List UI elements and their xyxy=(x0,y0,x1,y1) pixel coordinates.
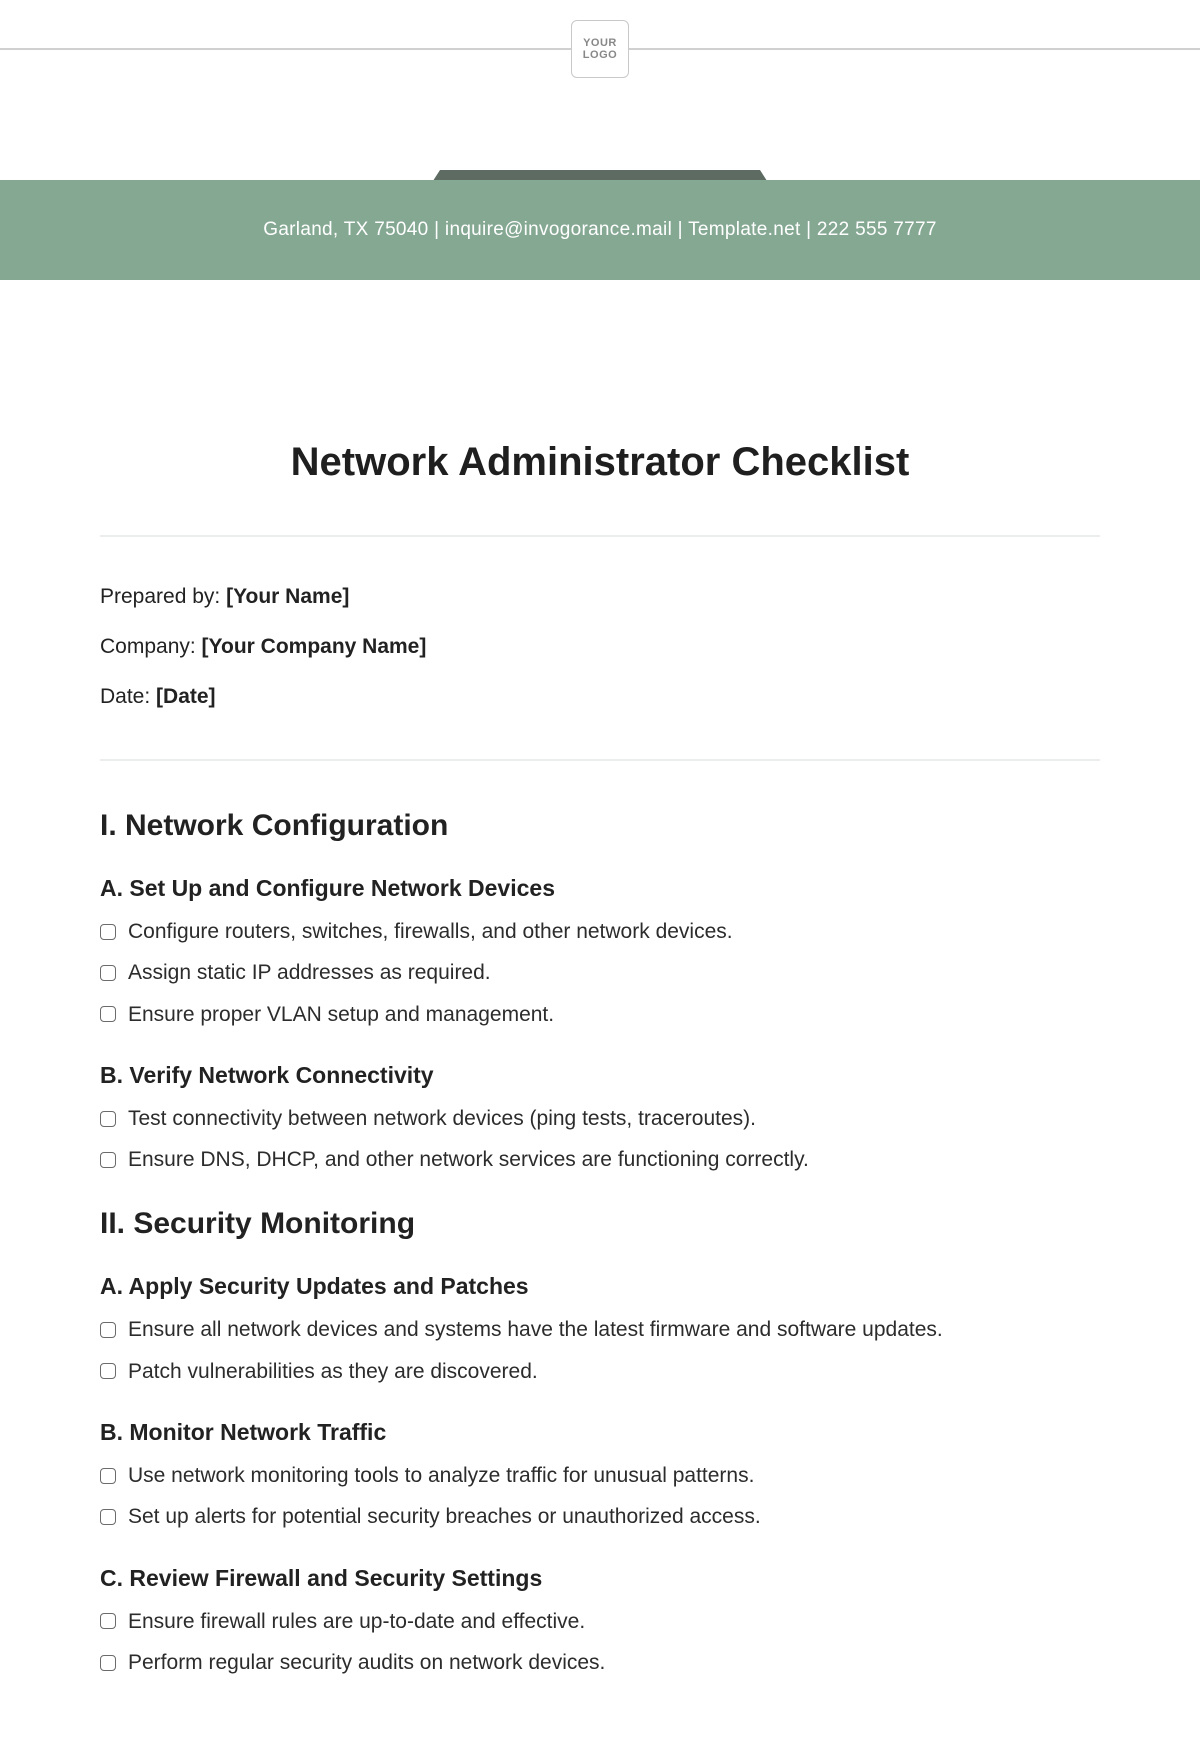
meta-label: Prepared by: xyxy=(100,585,226,608)
group-subheading: B. Verify Network Connectivity xyxy=(100,1062,1100,1089)
meta-block: Prepared by: [Your Name] Company: [Your … xyxy=(100,585,1100,709)
checklist-item: Ensure all network devices and systems h… xyxy=(100,1316,1100,1343)
checklist-group: A. Set Up and Configure Network Devices C… xyxy=(100,875,1100,1028)
checklist-item-text: Ensure all network devices and systems h… xyxy=(128,1316,943,1343)
checklist-item: Test connectivity between network device… xyxy=(100,1105,1100,1132)
checkbox-icon[interactable] xyxy=(100,1613,116,1629)
checklist-item-text: Configure routers, switches, firewalls, … xyxy=(128,918,733,945)
checkbox-icon[interactable] xyxy=(100,965,116,981)
checklist-item-text: Ensure proper VLAN setup and management. xyxy=(128,1001,554,1028)
checklist-item-text: Patch vulnerabilities as they are discov… xyxy=(128,1358,538,1385)
checklist-item-text: Test connectivity between network device… xyxy=(128,1105,756,1132)
meta-value: [Date] xyxy=(156,685,216,708)
group-subheading: A. Set Up and Configure Network Devices xyxy=(100,875,1100,902)
group-subheading: B. Monitor Network Traffic xyxy=(100,1419,1100,1446)
checklist-item: Ensure proper VLAN setup and management. xyxy=(100,1001,1100,1028)
divider xyxy=(100,759,1100,761)
checklist-item: Patch vulnerabilities as they are discov… xyxy=(100,1358,1100,1385)
checklist-item-text: Use network monitoring tools to analyze … xyxy=(128,1462,754,1489)
checkbox-icon[interactable] xyxy=(100,1363,116,1379)
group-subheading: C. Review Firewall and Security Settings xyxy=(100,1565,1100,1592)
section-heading: II. Security Monitoring xyxy=(100,1207,1100,1241)
page-title: Network Administrator Checklist xyxy=(100,440,1100,485)
top-rule-area: YOUR LOGO xyxy=(0,0,1200,60)
header-band-wrap: Garland, TX 75040 | inquire@invogorance.… xyxy=(0,180,1200,280)
meta-value: [Your Name] xyxy=(226,585,349,608)
checklist-group: B. Monitor Network Traffic Use network mo… xyxy=(100,1419,1100,1531)
checkbox-icon[interactable] xyxy=(100,1509,116,1525)
logo-line1: YOUR xyxy=(583,37,617,49)
meta-prepared-by: Prepared by: [Your Name] xyxy=(100,585,1100,609)
checklist-item-text: Assign static IP addresses as required. xyxy=(128,959,491,986)
meta-company: Company: [Your Company Name] xyxy=(100,635,1100,659)
checkbox-icon[interactable] xyxy=(100,1152,116,1168)
checklist-item: Perform regular security audits on netwo… xyxy=(100,1649,1100,1676)
checklist-item-text: Ensure firewall rules are up-to-date and… xyxy=(128,1608,585,1635)
checklist-item: Configure routers, switches, firewalls, … xyxy=(100,918,1100,945)
contact-info-text: Garland, TX 75040 | inquire@invogorance.… xyxy=(263,219,937,241)
checklist-group: C. Review Firewall and Security Settings… xyxy=(100,1565,1100,1677)
checkbox-icon[interactable] xyxy=(100,1111,116,1127)
divider xyxy=(100,535,1100,537)
header-band: Garland, TX 75040 | inquire@invogorance.… xyxy=(0,180,1200,280)
checkbox-icon[interactable] xyxy=(100,1468,116,1484)
checklist-item: Use network monitoring tools to analyze … xyxy=(100,1462,1100,1489)
checklist-item: Ensure firewall rules are up-to-date and… xyxy=(100,1608,1100,1635)
checklist-item-text: Set up alerts for potential security bre… xyxy=(128,1503,761,1530)
checkbox-icon[interactable] xyxy=(100,1655,116,1671)
checklist-item-text: Perform regular security audits on netwo… xyxy=(128,1649,605,1676)
checklist-group: A. Apply Security Updates and Patches Ens… xyxy=(100,1273,1100,1385)
checklist-group: B. Verify Network Connectivity Test conne… xyxy=(100,1062,1100,1174)
group-subheading: A. Apply Security Updates and Patches xyxy=(100,1273,1100,1300)
meta-value: [Your Company Name] xyxy=(202,635,427,658)
checkbox-icon[interactable] xyxy=(100,1322,116,1338)
meta-label: Company: xyxy=(100,635,202,658)
checklist-item: Ensure DNS, DHCP, and other network serv… xyxy=(100,1146,1100,1173)
section-heading: I. Network Configuration xyxy=(100,809,1100,843)
checklist-item: Assign static IP addresses as required. xyxy=(100,959,1100,986)
checklist-item-text: Ensure DNS, DHCP, and other network serv… xyxy=(128,1146,809,1173)
checkbox-icon[interactable] xyxy=(100,924,116,940)
logo-placeholder: YOUR LOGO xyxy=(571,20,629,78)
logo-line2: LOGO xyxy=(583,49,617,61)
checklist-item: Set up alerts for potential security bre… xyxy=(100,1503,1100,1530)
checkbox-icon[interactable] xyxy=(100,1006,116,1022)
meta-label: Date: xyxy=(100,685,156,708)
meta-date: Date: [Date] xyxy=(100,685,1100,709)
